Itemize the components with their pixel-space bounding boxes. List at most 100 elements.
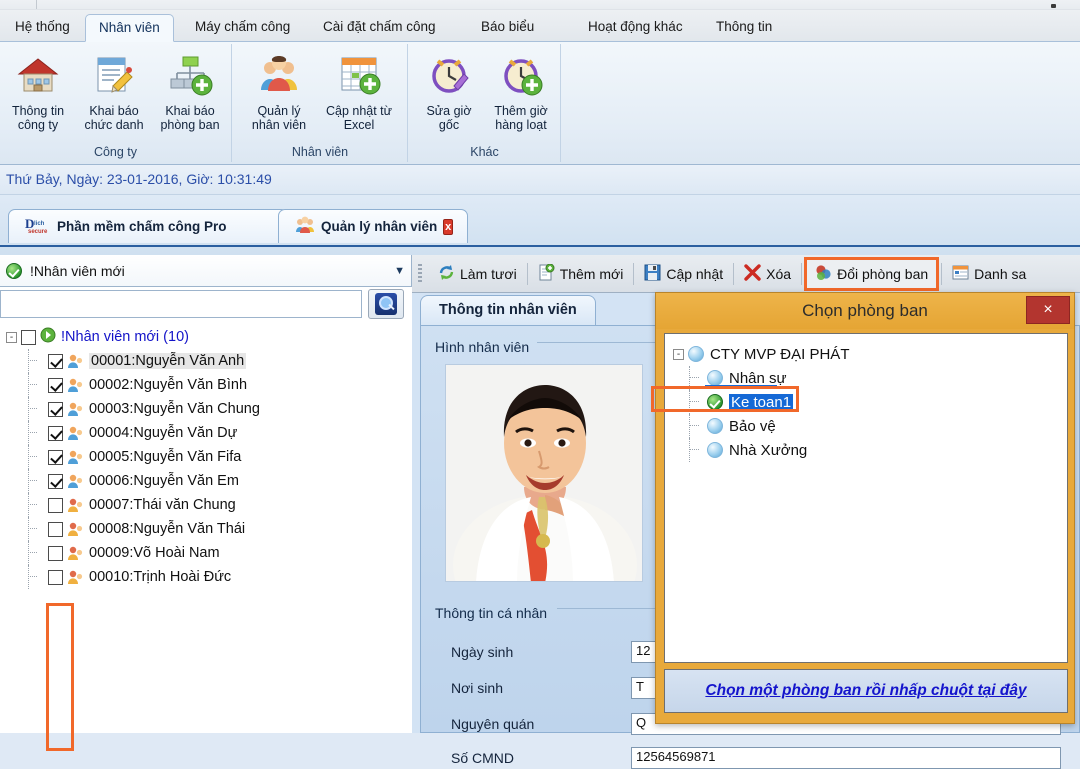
tree-item-checkbox[interactable] bbox=[48, 450, 63, 465]
department-tree: - CTY MVP ĐẠI PHÁT Nhân sự Ke toan1 Bảo … bbox=[664, 333, 1068, 663]
tree-item-checkbox[interactable] bbox=[48, 402, 63, 417]
tree-item-label: 00009:Võ Hoài Nam bbox=[89, 545, 220, 561]
tree-item-checkbox[interactable] bbox=[48, 570, 63, 585]
tree-item-checkbox[interactable] bbox=[48, 354, 63, 369]
department-item[interactable]: Nhà Xưởng bbox=[665, 438, 1067, 462]
ribbon-tab-nhan-vien[interactable]: Nhân viên bbox=[85, 14, 174, 42]
department-item-selected[interactable]: Ke toan1 bbox=[665, 390, 1067, 414]
tree-item[interactable]: 00005:Nguyễn Văn Fifa bbox=[0, 445, 412, 469]
chevron-down-icon[interactable]: ▼ bbox=[394, 265, 405, 277]
search-input[interactable] bbox=[0, 290, 362, 318]
tree-item-label: 00006:Nguyễn Văn Em bbox=[89, 473, 239, 489]
chrome-dot bbox=[1051, 4, 1056, 8]
toolbar-separator bbox=[801, 263, 802, 285]
document-tab-strip: D lich secure Phần mềm chấm công Pro Quả… bbox=[0, 195, 1080, 255]
group-label: Hình nhân viên bbox=[435, 339, 535, 355]
tree-item-checkbox[interactable] bbox=[48, 498, 63, 513]
tree-guide-tick bbox=[28, 432, 37, 433]
ribbon-button-sua-gio-goc[interactable]: Sửa giờ gốc bbox=[411, 48, 487, 140]
ribbon-button-khai-bao-chuc-danh[interactable]: Khai báo chức danh bbox=[76, 48, 152, 140]
ribbon-tab-he-thong[interactable]: Hệ thống bbox=[2, 14, 83, 42]
confirm-department-link[interactable]: Chọn một phòng ban rồi nhấp chuột tại đâ… bbox=[705, 682, 1026, 700]
tree-item-checkbox[interactable] bbox=[48, 474, 63, 489]
tree-guide bbox=[28, 541, 29, 565]
tree-item[interactable]: 00007:Thái văn Chung bbox=[0, 493, 412, 517]
ribbon-button-cap-nhat-tu-excel[interactable]: Cập nhật từ Excel bbox=[321, 48, 397, 140]
tab-thong-tin-nhan-vien[interactable]: Thông tin nhân viên bbox=[420, 295, 596, 325]
tree-guide bbox=[689, 390, 690, 414]
department-item-label: Ke toan1 bbox=[729, 394, 793, 411]
ribbon-tab-may-cham-cong[interactable]: Máy chấm công bbox=[182, 14, 303, 42]
tree-item-checkbox[interactable] bbox=[48, 522, 63, 537]
tree-guide bbox=[689, 414, 690, 438]
field-value-so-cmnd[interactable]: 12564569871 bbox=[631, 747, 1061, 769]
tree-guide-tick bbox=[28, 480, 37, 481]
tree-item[interactable]: 00003:Nguyễn Văn Chung bbox=[0, 397, 412, 421]
field-label-ngay-sinh: Ngày sinh bbox=[451, 644, 513, 660]
svg-text:secure: secure bbox=[28, 229, 48, 235]
tree-item[interactable]: 00009:Võ Hoài Nam bbox=[0, 541, 412, 565]
ribbon-group-khac: Sửa giờ gốc Thêm giờ hàng loạt bbox=[409, 44, 561, 162]
tree-item[interactable]: 00010:Trịnh Hoài Đức bbox=[0, 565, 412, 589]
green-check-icon bbox=[707, 394, 723, 410]
toolbar-button-doi-phong-ban[interactable]: Đổi phòng ban bbox=[804, 257, 939, 291]
toolbar-button-them-moi[interactable]: Thêm mới bbox=[530, 259, 632, 289]
ribbon-button-label: Thêm giờ hàng loạt bbox=[477, 104, 565, 132]
expander-icon[interactable]: - bbox=[6, 332, 17, 343]
tree-item-checkbox[interactable] bbox=[48, 378, 63, 393]
ribbon-button-quan-ly-nhan-vien[interactable]: Quản lý nhân viên bbox=[241, 48, 317, 140]
toolbar-button-cap-nhat[interactable]: Cập nhật bbox=[636, 259, 731, 289]
toolbar-button-label: Danh sa bbox=[974, 266, 1026, 282]
tree-item-checkbox[interactable] bbox=[48, 546, 63, 561]
tree-item[interactable]: 00001:Nguyễn Văn Anh bbox=[0, 349, 412, 373]
label-line1: Thông tin bbox=[12, 104, 64, 118]
tree-guide-tick bbox=[28, 528, 37, 529]
ribbon-button-them-gio-hang-loat[interactable]: Thêm giờ hàng loạt bbox=[483, 48, 559, 140]
green-check-icon bbox=[6, 263, 22, 279]
tree-guide-tick bbox=[689, 425, 699, 426]
close-icon[interactable]: × bbox=[1026, 296, 1070, 324]
tree-guide-tick bbox=[28, 408, 37, 409]
user-icon bbox=[67, 450, 84, 465]
tree-item-label: 00007:Thái văn Chung bbox=[89, 497, 236, 513]
tree-item[interactable]: 00002:Nguyễn Văn Bình bbox=[0, 373, 412, 397]
tree-guide bbox=[28, 373, 29, 397]
field-label-so-cmnd: Số CMND bbox=[451, 750, 514, 766]
employee-filter-combobox[interactable]: !Nhân viên mới ▼ bbox=[0, 255, 412, 287]
document-tab-quan-ly-nhan-vien[interactable]: Quản lý nhân viên x bbox=[278, 209, 468, 243]
ribbon-button-label: Khai báo phòng ban bbox=[146, 104, 234, 132]
ribbon-tab-bao-bieu[interactable]: Báo biểu bbox=[468, 14, 547, 42]
clock-edit-icon bbox=[426, 52, 472, 98]
department-item[interactable]: Bảo vệ bbox=[665, 414, 1067, 438]
toolbar-button-xoa[interactable]: Xóa bbox=[736, 259, 799, 289]
ribbon-tab-hoat-dong-khac[interactable]: Hoạt động khác bbox=[575, 14, 696, 42]
label-line2: chức danh bbox=[84, 118, 143, 132]
tree-item-label: 00005:Nguyễn Văn Fifa bbox=[89, 449, 241, 465]
toolbar-button-lam-tuoi[interactable]: Làm tươi bbox=[430, 259, 525, 289]
document-tab-phan-mem-cham-cong[interactable]: D lich secure Phần mềm chấm công Pro bbox=[8, 209, 288, 243]
user-icon bbox=[67, 522, 84, 537]
ribbon-tab-cai-dat-cham-cong[interactable]: Cài đặt chấm công bbox=[310, 14, 449, 42]
form-edit-icon bbox=[91, 52, 137, 98]
add-doc-icon bbox=[538, 264, 555, 284]
clock-add-icon bbox=[498, 52, 544, 98]
ribbon-button-khai-bao-phong-ban[interactable]: Khai báo phòng ban bbox=[152, 48, 228, 140]
tree-root-node[interactable]: - !Nhân viên mới (10) bbox=[0, 325, 412, 349]
tree-item[interactable]: 00004:Nguyễn Văn Dự bbox=[0, 421, 412, 445]
tree-item-checkbox[interactable] bbox=[48, 426, 63, 441]
employee-list-panel: !Nhân viên mới ▼ - !Nhân viên mới (10) 0… bbox=[0, 255, 412, 733]
ribbon-button-thong-tin-cong-ty[interactable]: Thông tin công ty bbox=[0, 48, 76, 140]
user-icon bbox=[67, 474, 84, 489]
search-button[interactable] bbox=[368, 289, 404, 319]
toolbar-grip[interactable] bbox=[418, 264, 422, 284]
document-tab-label: Quản lý nhân viên bbox=[321, 219, 437, 234]
tree-item[interactable]: 00006:Nguyễn Văn Em bbox=[0, 469, 412, 493]
tree-item[interactable]: 00008:Nguyễn Văn Thái bbox=[0, 517, 412, 541]
ribbon-tab-thong-tin[interactable]: Thông tin bbox=[703, 14, 785, 42]
tree-root-checkbox[interactable] bbox=[21, 330, 36, 345]
department-tree-root[interactable]: - CTY MVP ĐẠI PHÁT bbox=[665, 342, 1067, 366]
expander-icon[interactable]: - bbox=[673, 349, 684, 360]
close-icon[interactable]: x bbox=[443, 219, 453, 235]
toolbar-button-danh-sach[interactable]: Danh sa bbox=[944, 259, 1034, 289]
tree-guide-tick bbox=[689, 449, 699, 450]
